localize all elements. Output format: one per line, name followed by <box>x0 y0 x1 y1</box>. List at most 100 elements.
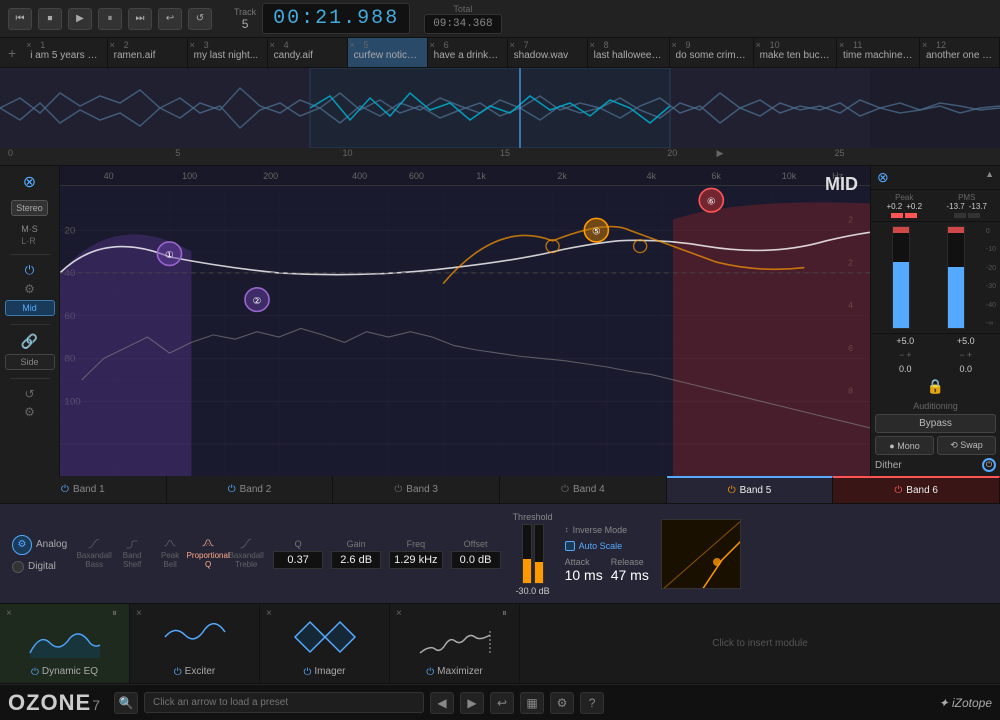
track-item-2[interactable]: × 2 ramen.aif <box>108 38 188 67</box>
band3-power-icon[interactable]: ⏻ <box>394 484 402 495</box>
band-tab-5[interactable]: ⏻ Band 5 <box>667 476 834 503</box>
module-close-dynamic-eq[interactable]: × <box>6 608 12 619</box>
stereo-icon[interactable]: ⊗ <box>23 172 36 192</box>
module-dynamic-eq[interactable]: × ⏸ ⏻ Dynamic EQ <box>0 604 130 683</box>
band-tab-3[interactable]: ⏻ Band 3 <box>333 476 500 503</box>
undo-button[interactable]: ↩ <box>490 692 514 714</box>
module-placeholder[interactable]: Click to insert module <box>520 604 1000 683</box>
analog-option[interactable]: ⚙ Analog <box>12 535 67 555</box>
bypass-button[interactable]: Bypass <box>875 414 996 433</box>
side-button[interactable]: Side <box>5 354 55 370</box>
freq-value[interactable]: 1.29 kHz <box>389 551 442 569</box>
module-power-dynamic-eq[interactable]: ⏻ <box>31 667 39 678</box>
shape-band-shelf[interactable]: BandShelf <box>117 539 147 569</box>
module-pause-dynamic-eq[interactable]: ⏸ <box>112 608 117 619</box>
track-item-1[interactable]: × 1 i am 5 years ol... <box>24 38 107 67</box>
track-close-2[interactable]: × <box>110 40 115 50</box>
band4-power-icon[interactable]: ⏻ <box>561 484 569 495</box>
waveform-area[interactable] <box>0 68 1000 148</box>
module-close-exciter[interactable]: × <box>136 608 142 619</box>
track-close-8[interactable]: × <box>590 40 595 50</box>
auto-scale-toggle[interactable]: Auto Scale <box>565 541 649 551</box>
track-item-6[interactable]: × 6 have a drink.aif <box>428 38 508 67</box>
settings-icon[interactable]: ⚙ <box>24 282 35 296</box>
eq-display[interactable]: 40 100 200 400 600 1k 2k 4k 6k 10k Hz MI… <box>60 166 870 476</box>
shape-peak-bell[interactable]: PeakBell <box>155 539 185 569</box>
track-close-6[interactable]: × <box>430 40 435 50</box>
module-maximizer[interactable]: × ⏸ ⏻ Maximizer <box>390 604 520 683</box>
gain-value[interactable]: 2.6 dB <box>331 551 381 569</box>
release-value[interactable]: 47 ms <box>611 567 649 583</box>
mono-button[interactable]: ● Mono <box>875 436 934 455</box>
track-item-10[interactable]: × 10 make ten buck... <box>754 38 837 67</box>
q-value[interactable]: 0.37 <box>273 551 323 569</box>
stereo-link-icon[interactable]: ⊗ <box>877 169 889 186</box>
gain-minus-left[interactable]: − <box>899 350 904 360</box>
reset-icon[interactable]: ↺ <box>24 387 34 401</box>
power-icon-main[interactable]: ⏻ <box>25 263 35 278</box>
track-close-5[interactable]: × <box>350 40 355 50</box>
module-power-imager[interactable]: ⏻ <box>303 667 311 678</box>
track-item-5[interactable]: × 5 curfew notice... <box>348 38 428 67</box>
dither-power-button[interactable]: ⏻ <box>982 458 996 472</box>
band-tab-2[interactable]: ⏻ Band 2 <box>167 476 334 503</box>
track-close-4[interactable]: × <box>270 40 275 50</box>
track-item-4[interactable]: × 4 candy.aif <box>268 38 348 67</box>
module-power-maximizer[interactable]: ⏻ <box>426 667 434 678</box>
left-meter-bar[interactable] <box>892 226 910 329</box>
band1-power-icon[interactable]: ⏻ <box>61 484 69 495</box>
module-power-exciter[interactable]: ⏻ <box>174 667 182 678</box>
repeat-button[interactable]: ↺ <box>188 8 212 30</box>
track-close-10[interactable]: × <box>756 40 761 50</box>
module-imager[interactable]: × ⏻ Imager <box>260 604 390 683</box>
settings-button[interactable]: ⚙ <box>550 692 574 714</box>
gain-minus-right[interactable]: − <box>959 350 964 360</box>
shape-proportional-q[interactable]: ProportionalQ <box>193 539 223 569</box>
stop-button[interactable]: ⏹ <box>38 8 62 30</box>
gain-plus-left[interactable]: + <box>906 350 911 360</box>
track-close-9[interactable]: × <box>672 40 677 50</box>
arrow-left-button[interactable]: ◀ <box>430 692 454 714</box>
module-close-imager[interactable]: × <box>266 608 272 619</box>
shape-baxandall-treble[interactable]: BaxandallTreble <box>231 539 261 569</box>
track-item-8[interactable]: × 8 last halloween... <box>588 38 670 67</box>
right-meter-bar[interactable] <box>947 226 965 329</box>
loop-button[interactable]: ↩ <box>158 8 182 30</box>
swap-button[interactable]: ⟲ Swap <box>937 436 996 455</box>
rewind-button[interactable]: ⏮ <box>8 8 32 30</box>
pause-button[interactable]: ⏸ <box>98 8 122 30</box>
preset-search-input[interactable] <box>144 692 424 713</box>
band6-power-icon[interactable]: ⏻ <box>894 485 902 496</box>
attack-value[interactable]: 10 ms <box>565 567 603 583</box>
arrow-right-button[interactable]: ▶ <box>460 692 484 714</box>
band5-power-icon[interactable]: ⏻ <box>728 485 736 496</box>
search-icon-btn[interactable]: 🔍 <box>114 692 138 714</box>
analog-icon[interactable]: ⚙ <box>12 535 32 555</box>
track-item-12[interactable]: × 12 another one f... <box>920 38 1000 67</box>
module-exciter[interactable]: × ⏻ Exciter <box>130 604 260 683</box>
side-link-icon[interactable]: 🔗 <box>21 333 38 350</box>
lock-icon[interactable]: 🔒 <box>927 378 944 395</box>
module-close-maximizer[interactable]: × <box>396 608 402 619</box>
digital-option[interactable]: Digital <box>12 561 67 573</box>
digital-radio[interactable] <box>12 561 24 573</box>
panel-arrow-up[interactable]: ▲ <box>985 169 994 186</box>
inverse-mode-toggle[interactable]: ↕ Inverse Mode <box>565 525 649 535</box>
track-close-11[interactable]: × <box>839 40 844 50</box>
band-tab-4[interactable]: ⏻ Band 4 <box>500 476 667 503</box>
grid-button[interactable]: ▦ <box>520 692 544 714</box>
track-close-7[interactable]: × <box>510 40 515 50</box>
track-item-7[interactable]: × 7 shadow.wav <box>508 38 588 67</box>
track-close-12[interactable]: × <box>922 40 927 50</box>
mid-button[interactable]: Mid <box>5 300 55 316</box>
track-item-9[interactable]: × 9 do some crime... <box>670 38 754 67</box>
shape-baxandall-bass[interactable]: BaxandallBass <box>79 539 109 569</box>
auto-scale-checkbox[interactable] <box>565 541 575 551</box>
settings2-icon[interactable]: ⚙ <box>24 405 35 419</box>
help-button[interactable]: ? <box>580 692 604 714</box>
play-button[interactable]: ▶ <box>68 8 92 30</box>
gain-plus-right[interactable]: + <box>967 350 972 360</box>
offset-value[interactable]: 0.0 dB <box>451 551 501 569</box>
band-tab-6[interactable]: ⏻ Band 6 <box>833 476 1000 503</box>
track-item-11[interactable]: × 11 time machine.aif <box>837 38 920 67</box>
